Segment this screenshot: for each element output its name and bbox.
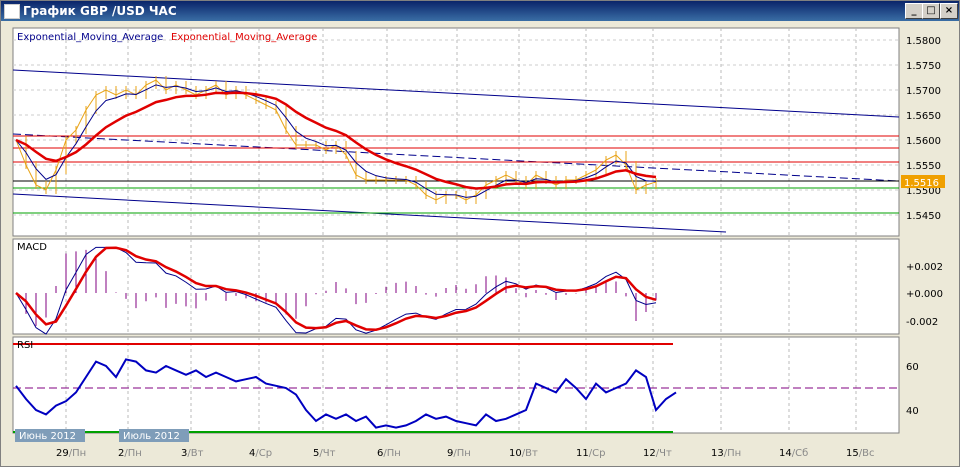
rsi-label: RSI bbox=[17, 340, 33, 351]
price-tick-label: 1.5450 bbox=[906, 211, 941, 222]
chart-window: График GBP /USD ЧАС _ □ × 29/Пн 2/Пн 3/Вт 4… bbox=[0, 0, 960, 467]
legend-ema-fast: Exponential_Moving_Average bbox=[17, 32, 163, 43]
x-tick-label: 12/Чт bbox=[643, 448, 672, 459]
x-tick-label: 3/Вт bbox=[181, 448, 204, 459]
x-tick-label: 2/Пн bbox=[118, 448, 142, 459]
current-price-label: 1.5516 bbox=[904, 178, 939, 189]
chart-icon bbox=[4, 4, 20, 19]
x-tick-label: 11/Ср bbox=[576, 448, 605, 459]
month-label: Июнь 2012 bbox=[19, 431, 76, 442]
price-panel bbox=[12, 27, 900, 237]
x-tick-label: 5/Чт bbox=[313, 448, 336, 459]
price-tick-label: 1.5700 bbox=[906, 86, 941, 97]
macd-label: MACD bbox=[17, 242, 47, 253]
rsi-tick-label: 40 bbox=[906, 406, 919, 417]
x-tick-label: 9/Пн bbox=[447, 448, 471, 459]
price-tick-label: 1.5750 bbox=[906, 61, 941, 72]
price-tick-label: 1.5650 bbox=[906, 111, 941, 122]
price-tick-label: 1.5600 bbox=[906, 136, 941, 147]
price-tick-label: 1.5800 bbox=[906, 36, 941, 47]
x-tick-label: 6/Пн bbox=[377, 448, 401, 459]
price-tick-label: 1.5550 bbox=[906, 161, 941, 172]
x-tick-label: 4/Ср bbox=[249, 448, 272, 459]
close-button[interactable]: × bbox=[940, 3, 958, 19]
x-tick-label: 14/Сб bbox=[779, 448, 808, 459]
x-tick-label: 13/Пн bbox=[711, 448, 741, 459]
rsi-panel bbox=[12, 336, 900, 434]
maximize-button[interactable]: □ bbox=[922, 3, 940, 19]
legend-ema-slow: Exponential_Moving_Average bbox=[171, 32, 317, 43]
title-bar: График GBP /USD ЧАС _ □ × bbox=[1, 1, 959, 21]
minimize-button[interactable]: _ bbox=[905, 3, 923, 19]
chart-area[interactable]: 29/Пн 2/Пн 3/Вт 4/Ср 5/Чт 6/Пн 9/Пн 10/Вт 11/Ср 1… bbox=[1, 21, 959, 466]
rsi-tick-label: 60 bbox=[906, 362, 919, 373]
month-label: Июль 2012 bbox=[123, 431, 180, 442]
window-title: График GBP /USD ЧАС bbox=[23, 4, 177, 18]
x-tick-label: 29/Пн bbox=[56, 448, 86, 459]
x-tick-label: 15/Вс bbox=[846, 448, 874, 459]
macd-tick-label: +0.000 bbox=[906, 289, 943, 300]
macd-tick-label: +0.002 bbox=[906, 262, 943, 273]
macd-tick-label: -0.002 bbox=[906, 317, 938, 328]
x-tick-label: 10/Вт bbox=[509, 448, 538, 459]
